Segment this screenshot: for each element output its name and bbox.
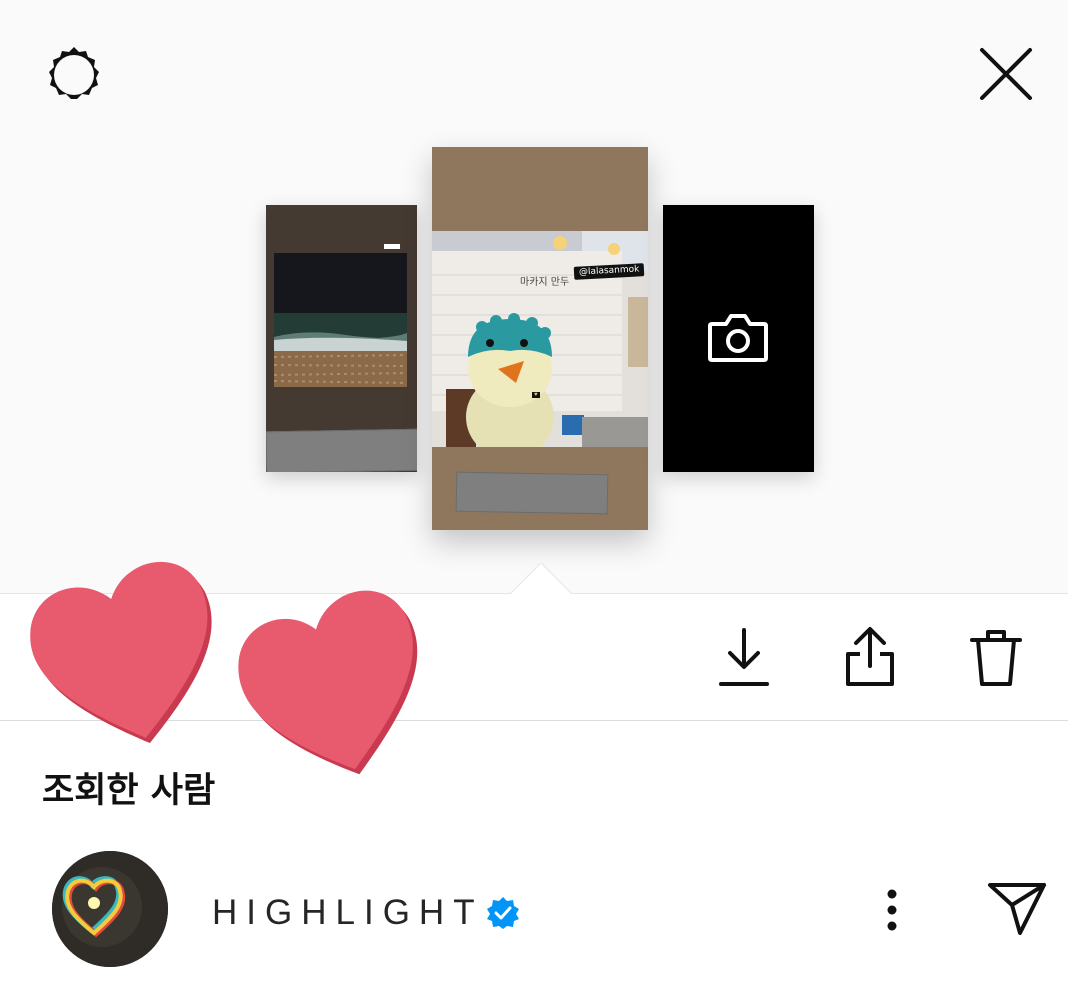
gray-tape-sticker — [455, 471, 609, 515]
download-icon — [719, 628, 769, 686]
story-thumbnail-current[interactable]: 마카지 만두 @lalasanmok ♥ — [432, 147, 648, 530]
verified-badge-icon — [487, 897, 519, 929]
close-button[interactable] — [972, 40, 1040, 108]
more-vertical-icon — [887, 889, 897, 931]
svg-text:마카지 만두: 마카지 만두 — [520, 276, 569, 288]
selection-pointer — [510, 563, 572, 595]
story-thumbnail-previous[interactable] — [266, 205, 417, 472]
camera-button[interactable] — [705, 305, 771, 371]
gray-tape-sticker — [266, 428, 417, 472]
more-options-button[interactable] — [872, 882, 912, 938]
section-divider — [0, 720, 1068, 721]
delete-button[interactable] — [964, 624, 1028, 690]
download-button[interactable] — [712, 624, 776, 690]
viewer-username[interactable]: HIGHLIGHT — [212, 891, 484, 935]
share-button[interactable] — [838, 624, 902, 690]
share-icon — [846, 627, 894, 686]
send-message-button[interactable] — [984, 878, 1050, 938]
viewers-title: 조회한 사람 — [42, 771, 216, 811]
small-sticker: ♥ — [532, 392, 540, 398]
settings-gear-icon — [49, 47, 99, 99]
camera-icon — [708, 314, 768, 362]
trash-icon — [970, 630, 1022, 686]
add-story-card[interactable] — [663, 205, 814, 472]
settings-button[interactable] — [40, 40, 108, 108]
glowing-heart-avatar-image — [52, 851, 168, 967]
send-icon — [988, 883, 1046, 935]
avatar[interactable] — [52, 851, 168, 967]
close-x-icon — [980, 48, 1032, 100]
